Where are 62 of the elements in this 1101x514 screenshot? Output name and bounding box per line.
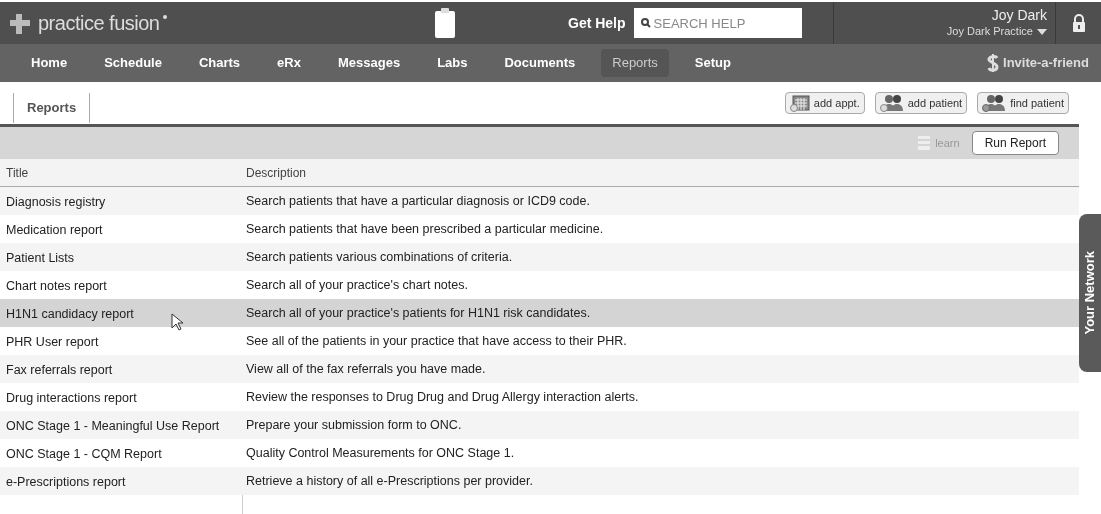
- report-description: See all of the patients in your practice that have access to their PHR.: [245, 332, 627, 350]
- table-row[interactable]: Fax referrals report View all of the fax referrals you have made.: [0, 355, 1079, 383]
- report-description: View all of the fax referrals you have made.: [245, 360, 486, 378]
- report-title: Drug interactions report: [6, 391, 137, 405]
- report-description: Retrieve a history of all e-Prescriptions per provider.: [245, 472, 533, 490]
- registered-mark-icon: [163, 15, 168, 19]
- report-title: Patient Lists: [6, 251, 75, 265]
- report-title: ONC Stage 1 - Meaningful Use Report: [6, 419, 220, 433]
- page-tab[interactable]: Reports: [13, 93, 91, 123]
- report-title: H1N1 candidacy report: [6, 307, 134, 321]
- run-report-button[interactable]: Run Report: [971, 131, 1059, 155]
- report-title: e-Prescriptions report: [6, 475, 126, 489]
- logo-text: practice fusion: [38, 11, 160, 36]
- quick-action-button[interactable]: add patient: [874, 92, 968, 114]
- quick-action-button[interactable]: add appt.: [784, 92, 865, 114]
- nav-tab[interactable]: Documents: [493, 49, 587, 77]
- report-description: Search all of your practice's patients for H1N1 risk candidates.: [245, 304, 591, 322]
- nav-tab[interactable]: Setup: [683, 49, 742, 77]
- report-description: Search patients various combinations of criteria.: [245, 248, 513, 266]
- report-title: Diagnosis registry: [6, 195, 106, 209]
- report-title: ONC Stage 1 - CQM Report: [6, 447, 162, 461]
- nav-tab[interactable]: Charts: [187, 49, 252, 77]
- clipboard-icon: [434, 7, 456, 39]
- search-icon: [640, 18, 651, 28]
- report-title: PHR User report: [6, 335, 99, 349]
- column-header[interactable]: Description: [242, 163, 307, 182]
- report-title: Fax referrals report: [6, 363, 113, 377]
- user-name: Joy Dark: [991, 7, 1047, 25]
- get-help-link[interactable]: Get Help: [568, 12, 626, 34]
- invite-link[interactable]: Invite-a-friend: [987, 53, 1089, 73]
- mouse-pointer-icon: [171, 313, 183, 331]
- dollar-icon: [987, 54, 1000, 72]
- table-row[interactable]: H1N1 candidacy report Search all of your practice's patients for H1N1 risk candidates.: [0, 299, 1079, 327]
- report-description: Prepare your submission form to ONC.: [245, 416, 462, 434]
- nav-tab[interactable]: Messages: [326, 49, 412, 77]
- report-description: Search patients that have been prescribed a particular medicine.: [245, 220, 604, 238]
- report-description: Search all of your practice's chart notes.: [245, 276, 468, 294]
- table-row[interactable]: e-Prescriptions report Retrieve a history of all e-Prescriptions per provider.: [0, 467, 1079, 495]
- caret-icon: [1037, 28, 1047, 35]
- report-description: Quality Control Measurements for ONC Stage 1.: [245, 444, 515, 462]
- nav-tab[interactable]: Schedule: [93, 49, 173, 77]
- column-header[interactable]: Title: [0, 163, 242, 182]
- nav-tab[interactable]: Reports: [601, 49, 669, 77]
- table-row[interactable]: Patient Lists Search patients various combinations of criteria.: [0, 243, 1079, 271]
- nav-tab[interactable]: Home: [20, 49, 79, 77]
- report-title: Medication report: [6, 223, 103, 237]
- practice-dropdown[interactable]: Joy Dark Practice: [946, 24, 1047, 39]
- report-title: Chart notes report: [6, 279, 107, 293]
- people-add-icon: [879, 94, 904, 112]
- report-description: Search patients that have a particular diagnosis or ICD9 code.: [245, 192, 590, 210]
- side-tab[interactable]: Your Network: [1079, 214, 1101, 372]
- nav-tab[interactable]: eRx: [266, 49, 312, 77]
- document-icon: [917, 135, 932, 151]
- table-row[interactable]: ONC Stage 1 - Meaningful Use Report Prepare your submission form to ONC.: [0, 411, 1079, 439]
- search-field[interactable]: SEARCH HELP: [633, 8, 802, 38]
- calendar-icon: [789, 94, 810, 112]
- report-description: Review the responses to Drug Drug and Drug Allergy interaction alerts.: [245, 388, 639, 406]
- nav-tab[interactable]: Labs: [426, 49, 479, 77]
- people-search-icon: [982, 94, 1007, 112]
- lock-icon[interactable]: [1070, 14, 1087, 32]
- quick-action-button[interactable]: find patient: [977, 92, 1069, 114]
- table-row[interactable]: Diagnosis registry Search patients that have a particular diagnosis or ICD9 code.: [0, 187, 1079, 215]
